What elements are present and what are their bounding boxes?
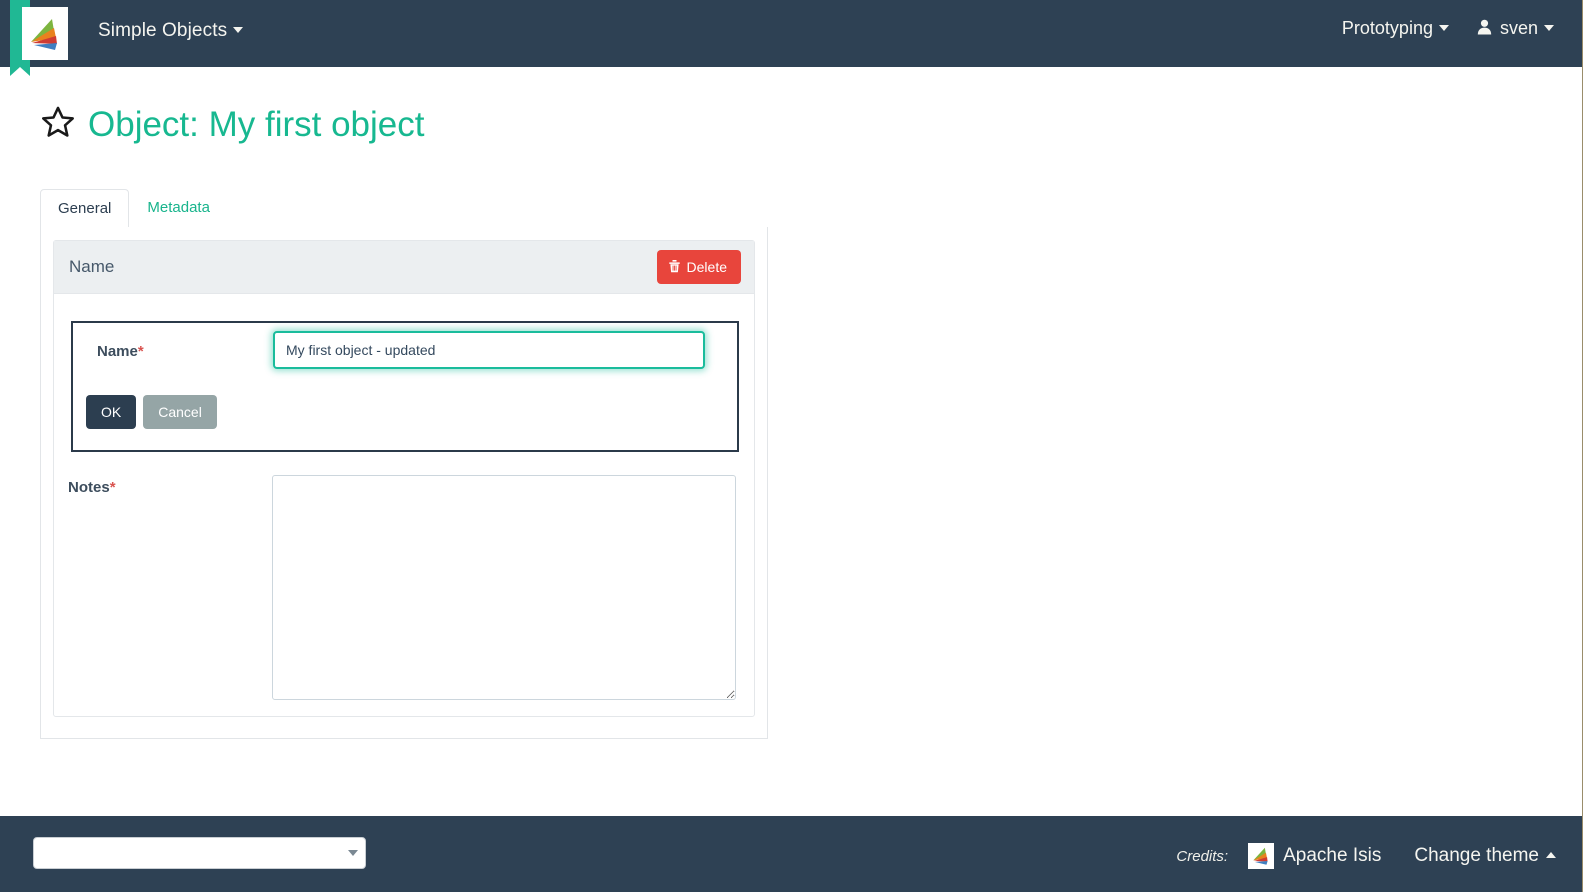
footer-bar: Credits: Apache Isis Change theme — [0, 816, 1582, 892]
change-theme-label: Change theme — [1414, 845, 1539, 866]
notes-textarea[interactable] — [272, 475, 736, 700]
prototyping-menu[interactable]: Prototyping — [1342, 18, 1449, 39]
tab-content-panel: Name Delete Name* My first object - upda… — [40, 227, 768, 739]
change-theme-button[interactable]: Change theme — [1414, 845, 1556, 867]
brand-dropdown[interactable]: Simple Objects — [98, 20, 244, 42]
name-field-row: Name* — [73, 323, 737, 385]
notes-label-text: Notes — [68, 479, 110, 496]
star-svg — [42, 106, 74, 137]
caret-down-icon — [1544, 24, 1554, 31]
edit-action-buttons: OK Cancel — [86, 395, 217, 429]
star-outline-icon[interactable] — [40, 104, 76, 145]
trash-svg — [668, 260, 680, 273]
caret-down-icon — [1438, 24, 1449, 31]
tab-metadata-label: Metadata — [147, 199, 210, 216]
footer-right-group: Credits: Apache Isis Change theme — [1176, 843, 1556, 869]
delete-button-label: Delete — [686, 259, 727, 275]
caret-down-icon — [233, 26, 244, 33]
inline-edit-region: Name* OK Cancel — [71, 321, 739, 452]
top-navigation-bar: Simple Objects Prototyping sven — [0, 0, 1582, 76]
credits-label: Credits: — [1176, 847, 1229, 865]
prototyping-label: Prototyping — [1341, 18, 1433, 38]
user-glyph-svg — [1477, 19, 1492, 35]
trash-icon — [668, 259, 681, 275]
object-tabs: General Metadata — [40, 186, 768, 228]
card-header: Name Delete — [54, 241, 754, 294]
name-field-label: Name* — [97, 343, 144, 360]
object-property-card: Name Delete Name* My first object - upda… — [53, 240, 755, 717]
user-icon — [1477, 19, 1492, 38]
name-input[interactable] — [273, 331, 705, 369]
card-header-title: Name — [69, 257, 115, 276]
page-title: Object: My first object — [88, 105, 425, 144]
page-header: Object: My first object — [40, 104, 424, 145]
theme-select[interactable] — [33, 837, 366, 869]
fan-logo-svg — [31, 18, 57, 50]
navbar-right-group: Prototyping sven — [1342, 18, 1554, 39]
name-label-text: Name — [97, 343, 138, 360]
brand-label: Simple Objects — [98, 20, 228, 41]
ok-button[interactable]: OK — [86, 395, 137, 429]
fan-logo-svg — [1253, 847, 1268, 865]
tab-general-label: General — [58, 200, 112, 217]
user-menu[interactable]: sven — [1477, 18, 1554, 39]
notes-field-label: Notes* — [68, 479, 116, 496]
tab-metadata[interactable]: Metadata — [129, 188, 228, 227]
caret-up-icon — [1546, 851, 1556, 858]
cancel-button[interactable]: Cancel — [143, 395, 217, 429]
tab-general[interactable]: General — [40, 189, 130, 228]
required-marker: * — [137, 343, 144, 360]
apache-isis-fan-logo-icon[interactable] — [22, 7, 68, 60]
delete-button[interactable]: Delete — [656, 250, 741, 284]
apache-isis-link[interactable]: Apache Isis — [1283, 845, 1381, 867]
user-label: sven — [1499, 18, 1538, 38]
apache-isis-fan-logo-icon — [1248, 843, 1275, 869]
required-marker: * — [109, 479, 116, 496]
